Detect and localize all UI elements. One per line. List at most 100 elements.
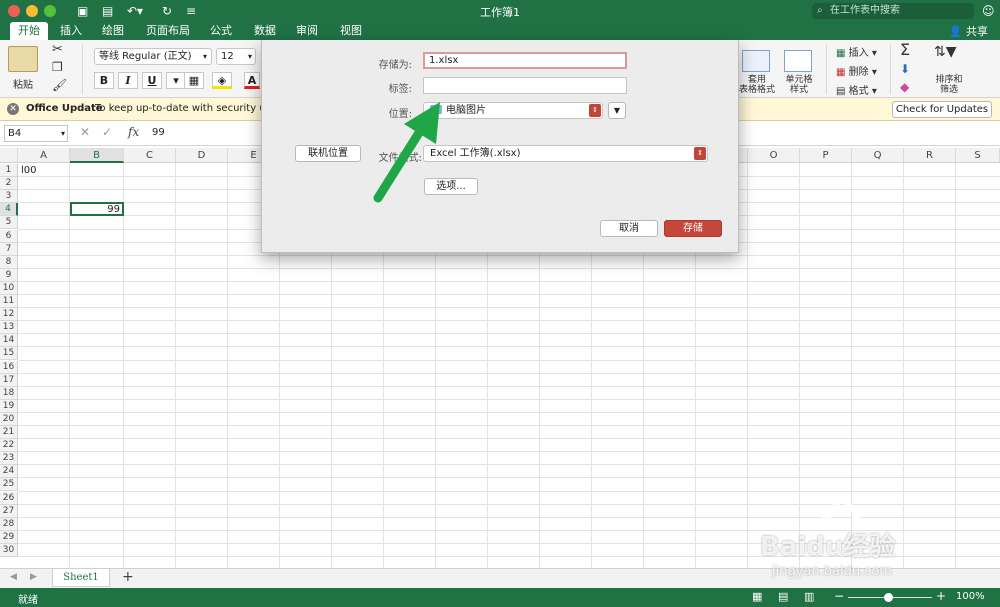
row-header-16[interactable]: 16 [0, 360, 18, 374]
column-header-p[interactable]: P [800, 148, 852, 163]
bold-button[interactable]: B [94, 72, 114, 89]
sidebar-toggle-icon[interactable]: ▣ [77, 3, 88, 19]
online-locations-button[interactable]: 联机位置 [295, 145, 361, 162]
format-painter-icon[interactable]: 🖌 [52, 78, 67, 92]
minimize-window-button[interactable] [26, 5, 38, 17]
row-header-27[interactable]: 27 [0, 504, 18, 518]
format-cells-button[interactable]: ▤ 格式 ▾ [836, 82, 877, 97]
row-header-8[interactable]: 8 [0, 255, 18, 269]
underline-button[interactable]: U [142, 72, 162, 89]
tab-page-layout[interactable]: 页面布局 [138, 22, 198, 40]
row-header-29[interactable]: 29 [0, 530, 18, 544]
row-header-6[interactable]: 6 [0, 229, 18, 243]
row-header-15[interactable]: 15 [0, 347, 18, 361]
check-for-updates-button[interactable]: Check for Updates [892, 101, 992, 118]
row-header-14[interactable]: 14 [0, 334, 18, 348]
column-header-c[interactable]: C [124, 148, 176, 163]
row-header-26[interactable]: 26 [0, 491, 18, 505]
tab-draw[interactable]: 绘图 [94, 22, 132, 40]
next-sheet-icon[interactable]: ▶ [30, 572, 37, 582]
copy-icon[interactable]: ❐ [52, 60, 63, 74]
row-header-11[interactable]: 11 [0, 295, 18, 308]
table-format-icon[interactable] [742, 50, 770, 72]
sort-filter-icon[interactable]: ⇅▼ [934, 44, 957, 60]
save-button[interactable]: 存储 [664, 220, 722, 237]
file-format-select[interactable]: Excel 工作簿(.xlsx) ⇕ [423, 145, 708, 162]
zoom-out-button[interactable]: − [834, 589, 844, 603]
row-header-24[interactable]: 24 [0, 465, 18, 479]
zoom-slider-handle[interactable] [884, 593, 893, 602]
cancel-entry-icon[interactable]: ✕ [80, 125, 90, 139]
row-header-2[interactable]: 2 [0, 177, 18, 191]
row-header-3[interactable]: 3 [0, 190, 18, 204]
close-window-button[interactable] [8, 5, 20, 17]
dismiss-update-icon[interactable]: ✕ [7, 103, 19, 115]
row-header-12[interactable]: 12 [0, 308, 18, 322]
tab-review[interactable]: 审阅 [288, 22, 326, 40]
row-header-22[interactable]: 22 [0, 439, 18, 453]
customize-toolbar-icon[interactable]: ≡ [186, 3, 196, 19]
row-header-28[interactable]: 28 [0, 517, 18, 531]
share-button[interactable]: 👤 共享 [949, 23, 988, 39]
select-all-corner[interactable] [0, 148, 18, 163]
tab-view[interactable]: 视图 [332, 22, 370, 40]
zoom-in-button[interactable]: + [936, 589, 946, 603]
row-header-30[interactable]: 30 [0, 543, 18, 557]
row-header-19[interactable]: 19 [0, 399, 18, 413]
row-header-20[interactable]: 20 [0, 412, 18, 426]
clear-icon[interactable]: ◆ [900, 80, 909, 94]
sheet-search-input[interactable]: ⌕ 在工作表中搜索 [812, 3, 974, 19]
column-header-b[interactable]: B [70, 148, 124, 163]
name-box[interactable]: B4 ▾ [4, 125, 68, 142]
column-header-r[interactable]: R [904, 148, 956, 163]
row-header-21[interactable]: 21 [0, 426, 18, 439]
tab-insert[interactable]: 插入 [52, 22, 90, 40]
delete-cells-button[interactable]: ▦ 删除 ▾ [836, 63, 877, 78]
column-header-o[interactable]: O [748, 148, 800, 163]
autosum-icon[interactable]: Σ [900, 40, 910, 59]
tab-formulas[interactable]: 公式 [202, 22, 240, 40]
border-icon[interactable]: ▦ [184, 72, 204, 89]
file-name-input[interactable]: 1.xlsx [423, 52, 627, 69]
font-color-button[interactable]: A [244, 72, 260, 89]
tags-input[interactable] [423, 77, 627, 94]
prev-sheet-icon[interactable]: ◀ [10, 572, 17, 582]
add-sheet-button[interactable]: + [122, 569, 134, 585]
cell-style-icon[interactable] [784, 50, 812, 72]
italic-button[interactable]: I [118, 72, 138, 89]
row-header-5[interactable]: 5 [0, 216, 18, 230]
font-name-select[interactable]: 等线 Regular (正文) ▾ [94, 48, 212, 65]
row-header-1[interactable]: 1 [0, 164, 18, 177]
cell-b4-selected[interactable]: 99 [70, 202, 124, 216]
row-header-7[interactable]: 7 [0, 242, 18, 256]
underline-dropdown-icon[interactable]: ▾ [166, 72, 186, 89]
column-header-q[interactable]: Q [852, 148, 904, 163]
insert-cells-button[interactable]: ▦ 插入 ▾ [836, 44, 877, 59]
sheet-tab-sheet1[interactable]: Sheet1 [52, 569, 110, 587]
tab-data[interactable]: 数据 [246, 22, 284, 40]
row-header-25[interactable]: 25 [0, 478, 18, 492]
page-break-view-icon[interactable]: ▥ [804, 590, 814, 603]
row-header-18[interactable]: 18 [0, 386, 18, 400]
fill-color-icon[interactable]: ◈ [212, 72, 232, 89]
maximize-window-button[interactable] [44, 5, 56, 17]
redo-icon[interactable]: ↻ [162, 3, 172, 19]
save-icon[interactable]: ▤ [102, 3, 113, 19]
page-layout-view-icon[interactable]: ▤ [778, 590, 788, 603]
column-header-s[interactable]: S [956, 148, 1000, 163]
insert-function-icon[interactable]: fx [128, 125, 139, 139]
row-header-9[interactable]: 9 [0, 268, 18, 282]
row-header-17[interactable]: 17 [0, 373, 18, 387]
row-header-4[interactable]: 4 [0, 203, 18, 217]
column-header-d[interactable]: D [176, 148, 228, 163]
normal-view-icon[interactable]: ▦ [752, 590, 762, 603]
undo-icon[interactable]: ↶▾ [127, 3, 143, 19]
paste-icon[interactable] [8, 46, 38, 72]
row-header-13[interactable]: 13 [0, 321, 18, 335]
tab-home[interactable]: 开始 [10, 22, 48, 40]
fill-down-icon[interactable]: ⬇ [900, 62, 910, 76]
smiley-feedback-icon[interactable]: ☺ [982, 3, 995, 19]
expand-browser-button[interactable]: ▼ [608, 102, 626, 119]
font-size-select[interactable]: 12 ▾ [216, 48, 256, 65]
cut-icon[interactable]: ✂ [52, 42, 63, 57]
